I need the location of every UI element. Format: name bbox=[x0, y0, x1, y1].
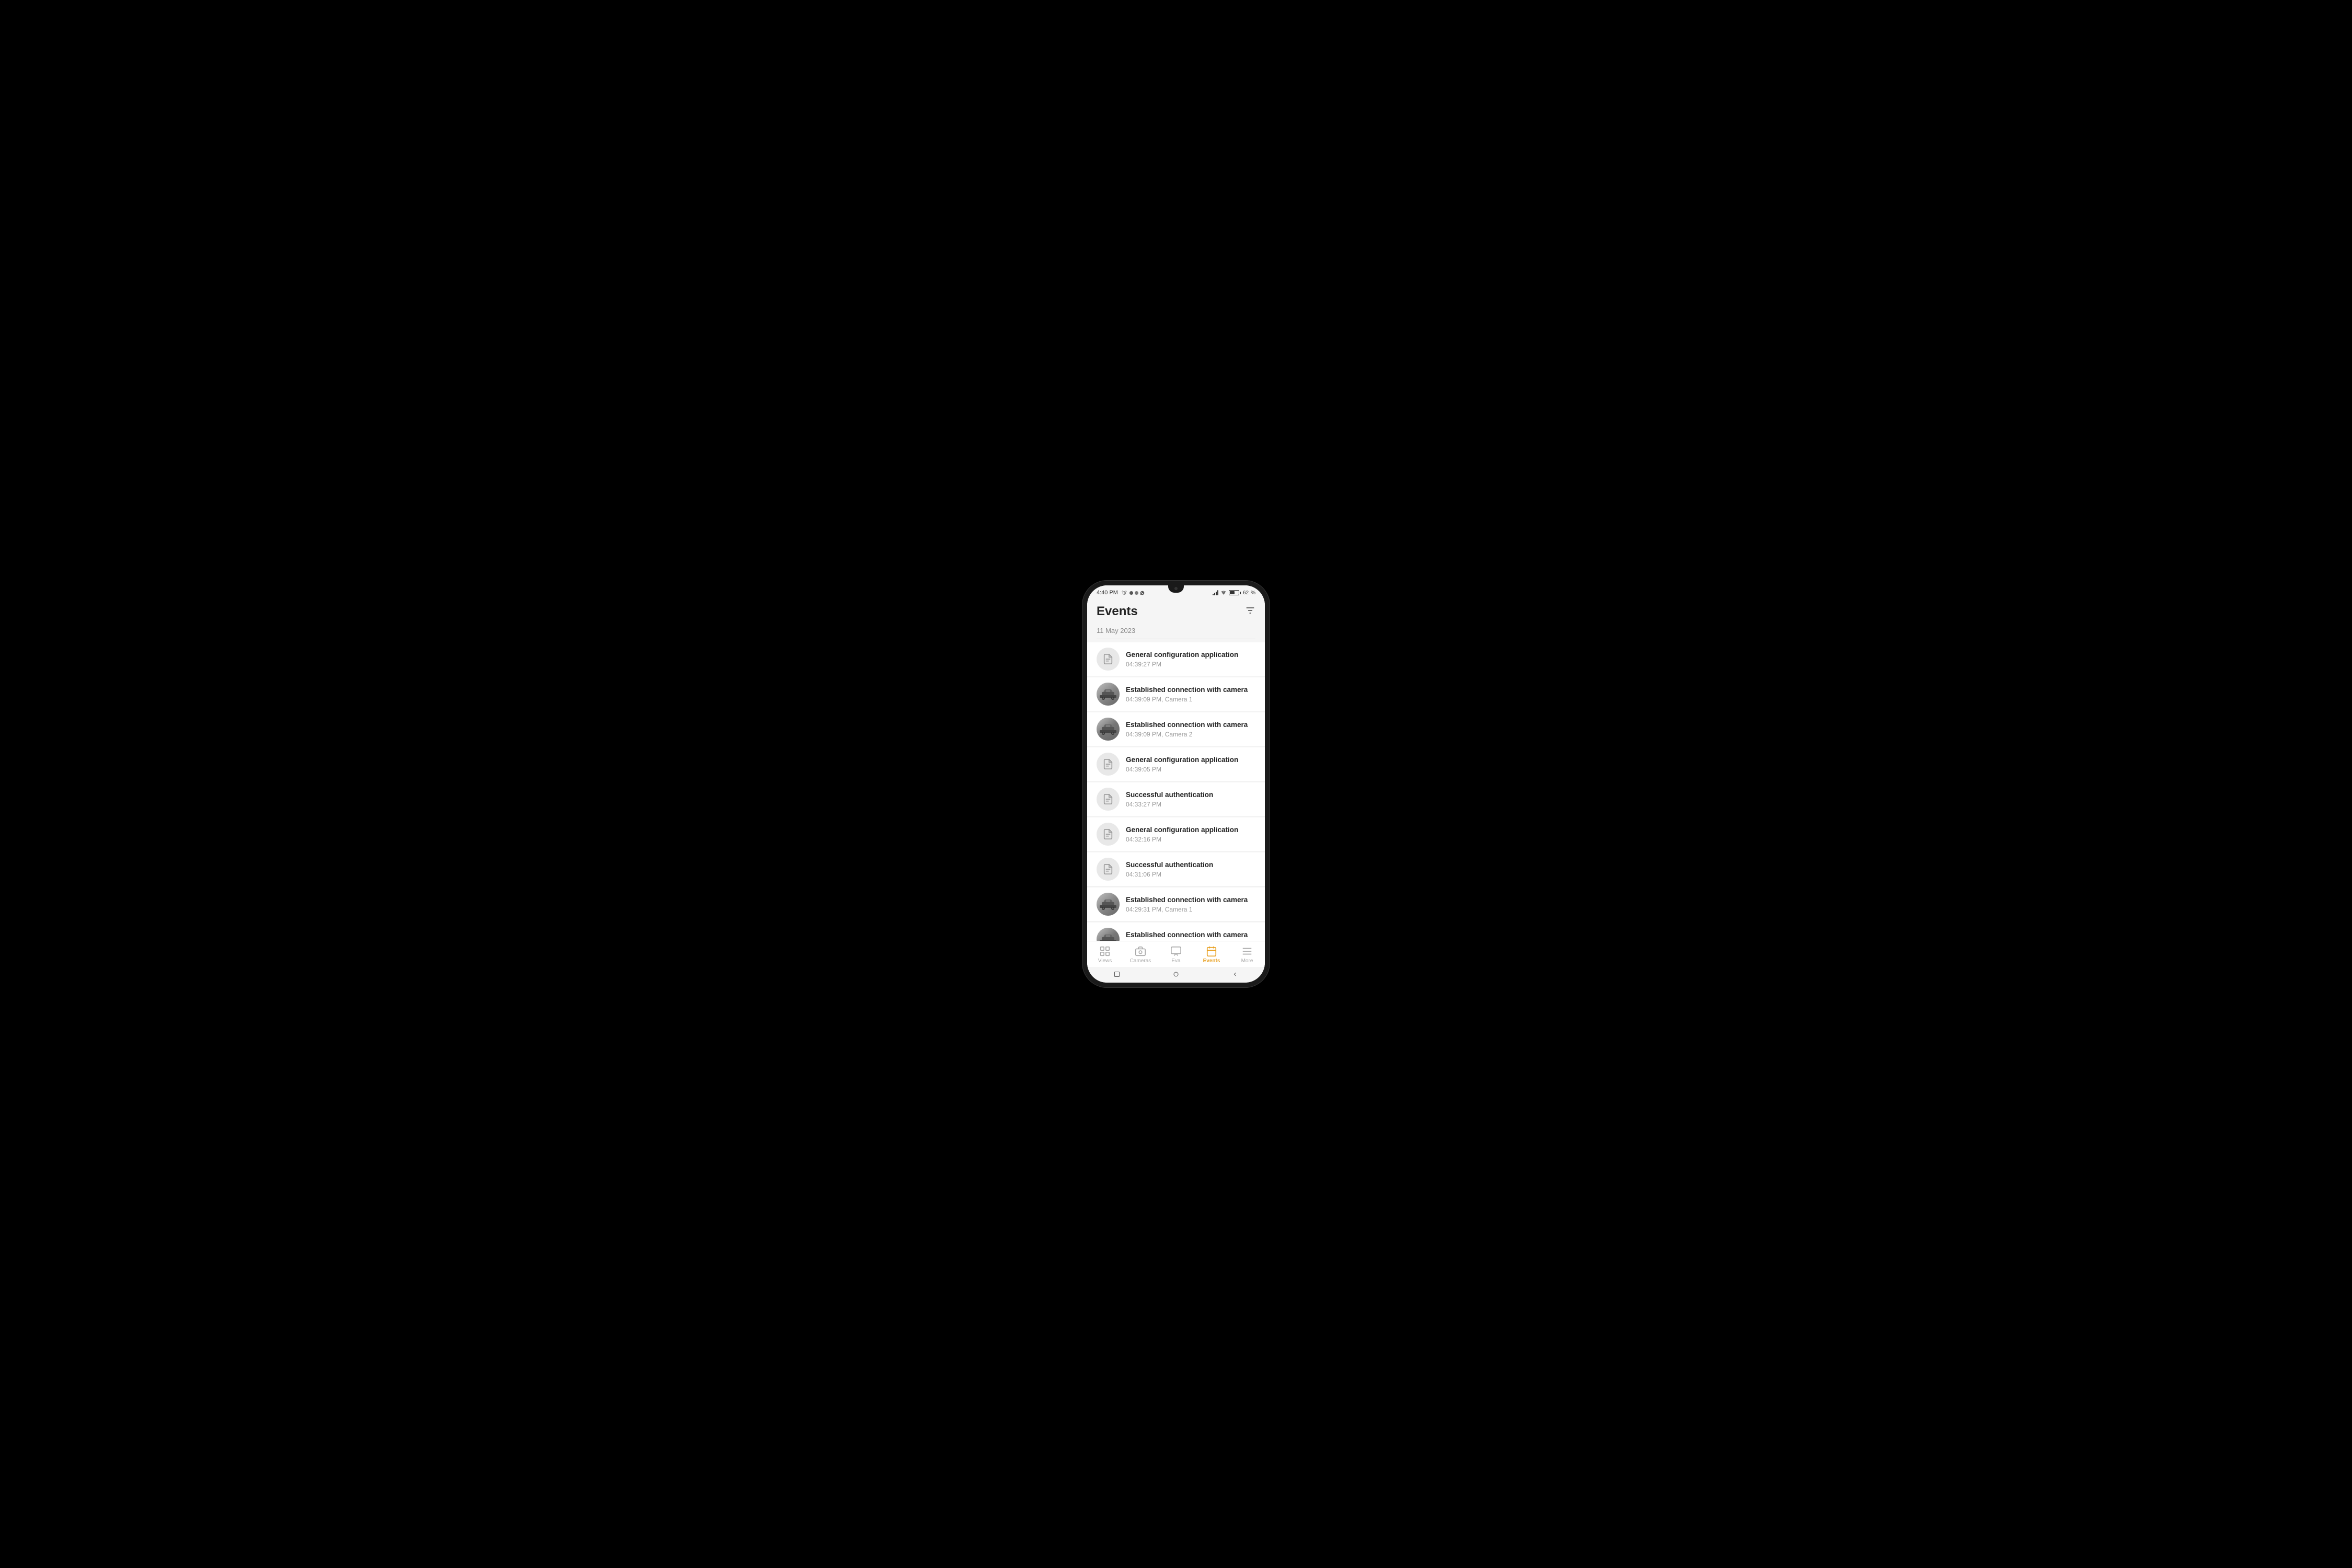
event-item-3[interactable]: Established connection with camera04:39:… bbox=[1087, 712, 1265, 746]
nav-label-eva: Eva bbox=[1171, 958, 1180, 964]
filter-button[interactable] bbox=[1245, 605, 1255, 618]
car-icon-8 bbox=[1099, 898, 1117, 910]
doc-icon-6 bbox=[1102, 828, 1114, 840]
event-info-5: Successful authentication04:33:27 PM bbox=[1126, 790, 1255, 808]
event-time-5: 04:33:27 PM bbox=[1126, 801, 1255, 808]
alarm-icon bbox=[1122, 590, 1127, 595]
event-title-6: General configuration application bbox=[1126, 825, 1255, 835]
event-icon-wrap-6 bbox=[1097, 823, 1120, 846]
status-icons bbox=[1129, 591, 1145, 595]
wifi-icon bbox=[1220, 590, 1227, 595]
whatsapp-icon bbox=[1140, 591, 1145, 595]
event-title-3: Established connection with camera bbox=[1126, 720, 1255, 730]
events-icon bbox=[1206, 946, 1217, 957]
event-icon-wrap-1 bbox=[1097, 648, 1120, 671]
dot-status-2 bbox=[1135, 591, 1138, 595]
page-title: Events bbox=[1097, 604, 1138, 619]
event-time-8: 04:29:31 PM, Camera 1 bbox=[1126, 906, 1255, 913]
time-display: 4:40 PM bbox=[1097, 590, 1118, 596]
event-info-1: General configuration application04:39:2… bbox=[1126, 650, 1255, 668]
event-item-7[interactable]: Successful authentication04:31:06 PM bbox=[1087, 852, 1265, 886]
event-title-4: General configuration application bbox=[1126, 755, 1255, 765]
event-icon-wrap-2 bbox=[1097, 683, 1120, 706]
nav-label-more: More bbox=[1241, 958, 1253, 964]
event-item-8[interactable]: Established connection with camera04:29:… bbox=[1087, 887, 1265, 921]
nav-label-views: Views bbox=[1098, 958, 1112, 964]
battery-icon bbox=[1229, 590, 1241, 595]
nav-item-eva[interactable]: Eva bbox=[1163, 946, 1189, 964]
nav-label-cameras: Cameras bbox=[1130, 958, 1151, 964]
event-info-9: Established connection with camera04:29:… bbox=[1126, 930, 1255, 941]
event-info-4: General configuration application04:39:0… bbox=[1126, 755, 1255, 773]
nav-item-cameras[interactable]: Cameras bbox=[1127, 946, 1154, 964]
doc-icon-7 bbox=[1102, 863, 1114, 875]
event-item-6[interactable]: General configuration application04:32:1… bbox=[1087, 817, 1265, 851]
doc-icon-5 bbox=[1102, 793, 1114, 805]
car-icon-2 bbox=[1099, 688, 1117, 700]
event-info-8: Established connection with camera04:29:… bbox=[1126, 895, 1255, 913]
car-icon-3 bbox=[1099, 723, 1117, 735]
date-label: 11 May 2023 bbox=[1097, 627, 1135, 635]
event-item-5[interactable]: Successful authentication04:33:27 PM bbox=[1087, 782, 1265, 816]
event-time-6: 04:32:16 PM bbox=[1126, 836, 1255, 843]
status-bar-right: 62% bbox=[1213, 590, 1255, 596]
sys-nav-home[interactable] bbox=[1172, 970, 1180, 978]
event-info-2: Established connection with camera04:39:… bbox=[1126, 685, 1255, 703]
event-title-5: Successful authentication bbox=[1126, 790, 1255, 800]
event-time-7: 04:31:06 PM bbox=[1126, 871, 1255, 878]
camera-thumb-2 bbox=[1097, 683, 1120, 706]
camera-thumb-3 bbox=[1097, 718, 1120, 741]
signal-icon bbox=[1213, 590, 1218, 595]
camera-thumb-8 bbox=[1097, 893, 1120, 916]
event-info-6: General configuration application04:32:1… bbox=[1126, 825, 1255, 843]
nav-item-more[interactable]: More bbox=[1234, 946, 1260, 964]
nav-label-events: Events bbox=[1203, 958, 1220, 964]
camera-thumb-9 bbox=[1097, 928, 1120, 941]
event-time-2: 04:39:09 PM, Camera 1 bbox=[1126, 696, 1255, 703]
event-time-3: 04:39:09 PM, Camera 2 bbox=[1126, 731, 1255, 738]
event-icon-wrap-3 bbox=[1097, 718, 1120, 741]
event-item-2[interactable]: Established connection with camera04:39:… bbox=[1087, 677, 1265, 711]
event-info-7: Successful authentication04:31:06 PM bbox=[1126, 860, 1255, 878]
event-item-9[interactable]: Established connection with camera04:29:… bbox=[1087, 923, 1265, 941]
more-icon bbox=[1241, 946, 1253, 957]
doc-icon-4 bbox=[1102, 758, 1114, 770]
phone-device: 4:40 PM bbox=[1082, 580, 1270, 988]
event-title-7: Successful authentication bbox=[1126, 860, 1255, 870]
event-icon-wrap-9 bbox=[1097, 928, 1120, 941]
event-icon-wrap-7 bbox=[1097, 858, 1120, 881]
event-icon-wrap-5 bbox=[1097, 788, 1120, 811]
event-title-9: Established connection with camera bbox=[1126, 930, 1255, 940]
event-title-2: Established connection with camera bbox=[1126, 685, 1255, 695]
dot-status-1 bbox=[1129, 591, 1133, 595]
status-bar-left: 4:40 PM bbox=[1097, 590, 1145, 596]
sys-nav-back[interactable] bbox=[1231, 970, 1239, 978]
grid-icon bbox=[1099, 946, 1111, 957]
date-section: 11 May 2023 bbox=[1087, 623, 1265, 641]
camera-icon bbox=[1135, 946, 1146, 957]
sys-nav-square[interactable] bbox=[1113, 970, 1121, 978]
monitor-icon bbox=[1170, 946, 1182, 957]
event-time-1: 04:39:27 PM bbox=[1126, 661, 1255, 668]
event-title-8: Established connection with camera bbox=[1126, 895, 1255, 905]
bottom-nav: Views Cameras Eva bbox=[1087, 941, 1265, 967]
car-icon-9 bbox=[1099, 933, 1117, 941]
phone-screen: 4:40 PM bbox=[1087, 585, 1265, 983]
app-header: Events bbox=[1087, 598, 1265, 623]
event-item-1[interactable]: General configuration application04:39:2… bbox=[1087, 642, 1265, 676]
events-list[interactable]: General configuration application04:39:2… bbox=[1087, 641, 1265, 941]
battery-pct: 62 bbox=[1243, 590, 1249, 596]
nav-item-events[interactable]: Events bbox=[1198, 946, 1225, 964]
event-title-1: General configuration application bbox=[1126, 650, 1255, 660]
event-icon-wrap-8 bbox=[1097, 893, 1120, 916]
event-info-3: Established connection with camera04:39:… bbox=[1126, 720, 1255, 738]
doc-icon-1 bbox=[1102, 653, 1114, 665]
nav-item-views[interactable]: Views bbox=[1092, 946, 1118, 964]
system-nav-bar bbox=[1087, 967, 1265, 983]
event-item-4[interactable]: General configuration application04:39:0… bbox=[1087, 747, 1265, 781]
event-icon-wrap-4 bbox=[1097, 753, 1120, 776]
event-time-4: 04:39:05 PM bbox=[1126, 766, 1255, 773]
